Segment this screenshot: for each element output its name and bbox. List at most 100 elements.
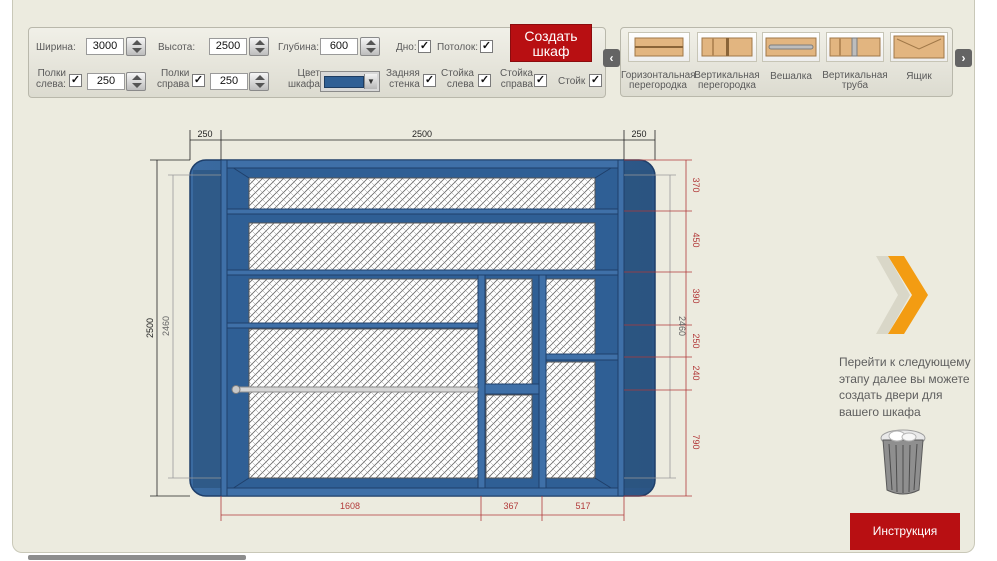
shelf-3 — [223, 322, 481, 329]
next-step-text: Перейти к следующему этапу далее вы може… — [839, 355, 971, 419]
color-label-1: Цвет — [297, 68, 320, 79]
back-wall-second — [248, 222, 596, 271]
shelf-5 — [543, 353, 623, 361]
hanger-rail-icon[interactable] — [762, 32, 820, 62]
parts-prev-button[interactable]: ‹ — [603, 49, 620, 67]
create-label-line-2: шкаф — [532, 43, 570, 59]
dim-right-inner: 2460 — [677, 316, 687, 336]
part-label-pipe: Вертикальная труба — [818, 71, 892, 91]
back-wall-left-lower — [248, 328, 479, 479]
next-step-arrow-icon[interactable] — [872, 250, 932, 340]
post-right-label-2: справа — [500, 79, 533, 90]
post-label: Стойк — [558, 76, 586, 87]
post-left-label-1: Стойка — [441, 68, 474, 79]
right-side-shelves — [624, 170, 652, 488]
horizontal-partition-icon[interactable] — [628, 32, 690, 62]
height-label: Высота: — [158, 42, 196, 53]
back-wall-top — [248, 177, 596, 210]
parts-next-button[interactable]: › — [955, 49, 972, 67]
create-label-line-1: Создать — [524, 28, 578, 44]
vertical-pipe-icon[interactable] — [826, 32, 884, 62]
color-label: Цвет шкафа — [288, 68, 320, 90]
shelves-right-stepper[interactable] — [249, 72, 269, 91]
dim-right-5: 790 — [691, 434, 701, 449]
width-input[interactable]: 3000 — [86, 38, 124, 55]
part-label-hanger: Вешалка — [770, 71, 812, 82]
color-swatch — [324, 76, 364, 88]
vertical-partition-icon[interactable] — [697, 32, 757, 62]
part-label-vertical-2: перегородка — [698, 80, 756, 91]
part-label-pipe-2: труба — [841, 80, 869, 91]
shelves-left-checkbox[interactable]: ✓ — [69, 74, 82, 87]
post-right-checkbox[interactable]: ✓ — [534, 74, 547, 87]
post-checkbox[interactable]: ✓ — [589, 74, 602, 87]
trash-icon[interactable] — [873, 428, 933, 498]
back-wall-right-upper — [545, 278, 596, 355]
post-left-label: Стойка слева — [441, 68, 474, 90]
shelf-2 — [223, 269, 623, 276]
dim-right-4: 240 — [691, 365, 701, 380]
shelves-left-input[interactable]: 250 — [87, 73, 125, 90]
shelves-right-label: Полки справа — [157, 68, 189, 90]
depth-input[interactable]: 600 — [320, 38, 358, 55]
height-stepper[interactable] — [249, 37, 269, 56]
cabinet-top — [220, 159, 625, 169]
partition-2 — [538, 274, 547, 494]
shelf-1 — [223, 208, 623, 215]
post-right-label: Стойка справа — [500, 68, 533, 90]
cabinet-drawing[interactable]: 250 2500 250 2500 2460 2460 370 450 390 … — [140, 125, 710, 525]
back-wall-checkbox[interactable]: ✓ — [423, 74, 436, 87]
height-input[interactable]: 2500 — [209, 38, 247, 55]
post-right-label-1: Стойка — [500, 68, 533, 79]
shelf-4 — [482, 383, 540, 395]
post-left-label-2: слева — [446, 79, 474, 90]
chevron-down-icon[interactable]: ▼ — [364, 74, 377, 89]
ceiling-label: Потолок: — [437, 42, 479, 53]
dim-right-3: 250 — [691, 333, 701, 348]
back-wall-left-upper — [248, 278, 479, 324]
partition-1 — [477, 274, 486, 494]
shelves-right-checkbox[interactable]: ✓ — [192, 74, 205, 87]
instruction-button[interactable]: Инструкция — [850, 513, 960, 550]
depth-stepper[interactable] — [360, 37, 380, 56]
back-wall-mid-upper — [485, 278, 533, 385]
back-wall-mid-lower — [485, 394, 533, 479]
cabinet-color-select[interactable]: ▼ — [320, 71, 380, 92]
create-cabinet-button[interactable]: Создать шкаф — [510, 24, 592, 62]
width-stepper[interactable] — [126, 37, 146, 56]
hanger-rail — [232, 386, 479, 393]
dim-right-2: 390 — [691, 288, 701, 303]
cabinet-bottom — [220, 487, 625, 497]
scrollbar[interactable] — [28, 555, 246, 560]
dim-top-left: 250 — [197, 129, 212, 139]
bottom-label: Дно: — [396, 42, 417, 53]
dim-bottom-1: 367 — [503, 501, 518, 511]
color-label-2: шкафа — [288, 79, 320, 90]
drawer-icon[interactable] — [890, 32, 948, 62]
shelves-right-input[interactable]: 250 — [210, 73, 248, 90]
dim-bottom-0: 1608 — [340, 501, 360, 511]
dim-left-outer: 2500 — [145, 318, 155, 338]
back-wall-label-2: стенка — [389, 79, 420, 90]
dim-top-right: 250 — [631, 129, 646, 139]
dim-left-inner: 2460 — [161, 316, 171, 336]
cabinet-right-wall — [617, 159, 625, 497]
left-side-shelves — [193, 170, 221, 488]
post-left-checkbox[interactable]: ✓ — [478, 74, 491, 87]
width-label: Ширина: — [36, 42, 76, 53]
shelves-left-label-2: слева: — [36, 79, 66, 90]
ceiling-checkbox[interactable]: ✓ — [480, 40, 493, 53]
part-label-horizontal: Горизонтальная перегородка — [621, 71, 696, 91]
shelves-left-stepper[interactable] — [126, 72, 146, 91]
part-label-vertical: Вертикальная перегородка — [693, 71, 761, 91]
dim-right-0: 370 — [691, 177, 701, 192]
shelves-left-label-1: Полки — [37, 68, 66, 79]
dim-right-1: 450 — [691, 232, 701, 247]
back-wall-right-lower — [545, 361, 596, 479]
shelves-right-label-1: Полки — [160, 68, 190, 79]
dim-top-center: 2500 — [412, 129, 432, 139]
part-label-horizontal-2: перегородка — [629, 80, 687, 91]
part-label-drawer: Ящик — [906, 71, 932, 82]
bottom-checkbox[interactable]: ✓ — [418, 40, 431, 53]
dim-bottom-2: 517 — [575, 501, 590, 511]
